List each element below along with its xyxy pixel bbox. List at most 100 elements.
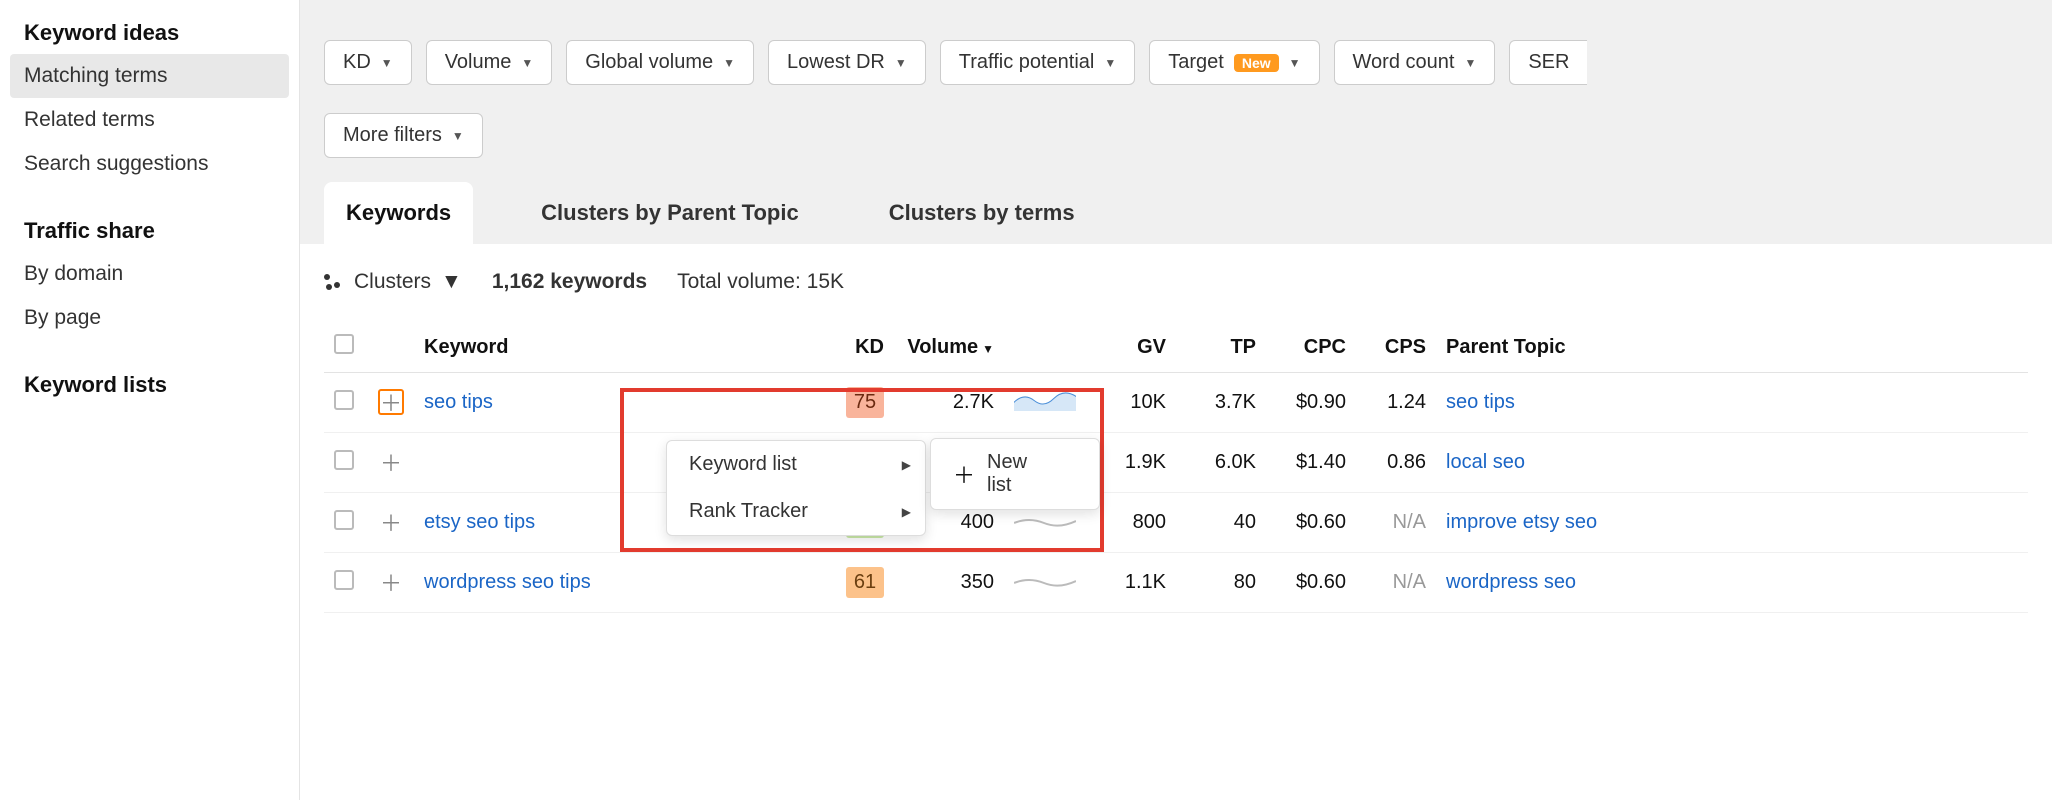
filter-traffic-potential[interactable]: Traffic potential ▼	[940, 40, 1136, 85]
parent-topic-link[interactable]: improve etsy seo	[1446, 511, 1597, 533]
col-kd[interactable]: KD	[834, 322, 894, 373]
side-heading-keyword-ideas: Keyword ideas	[0, 12, 299, 54]
filter-traffic-potential-label: Traffic potential	[959, 51, 1095, 74]
col-gv[interactable]: GV	[1086, 322, 1176, 373]
filter-volume[interactable]: Volume ▼	[426, 40, 553, 85]
caret-down-icon: ▼	[895, 56, 907, 70]
row-checkbox[interactable]	[334, 390, 354, 410]
tp-cell: 40	[1176, 493, 1266, 553]
row-checkbox[interactable]	[334, 510, 354, 530]
col-cpc[interactable]: CPC	[1266, 322, 1356, 373]
keyword-link[interactable]: etsy seo tips	[424, 511, 535, 533]
sidebar-item-by-domain[interactable]: By domain	[0, 252, 299, 296]
gv-cell: 10K	[1086, 373, 1176, 433]
cpc-cell: $0.90	[1266, 373, 1356, 433]
col-volume[interactable]: Volume ▼	[894, 322, 1004, 373]
filter-ser-label: SER	[1528, 51, 1569, 74]
cps-cell: N/A	[1356, 493, 1436, 553]
col-checkbox-header[interactable]	[324, 322, 368, 373]
side-group-traffic-share: Traffic share By domain By page	[0, 210, 299, 340]
expand-row-button[interactable]: ＋	[378, 509, 404, 535]
col-cps[interactable]: CPS	[1356, 322, 1436, 373]
keyword-link[interactable]: seo tips	[424, 391, 493, 413]
cpc-cell: $1.40	[1266, 433, 1356, 493]
filter-global-volume-label: Global volume	[585, 51, 713, 74]
caret-down-icon: ▼	[1464, 56, 1476, 70]
table-row: ＋etsy seo tips2040080040$0.60N/Aimprove …	[324, 493, 2028, 553]
caret-down-icon: ▼	[521, 56, 533, 70]
clusters-icon	[324, 272, 344, 292]
tabs-row: Keywords Clusters by Parent Topic Cluste…	[300, 182, 2052, 244]
plus-icon: ＋	[953, 458, 975, 490]
caret-down-icon: ▼	[723, 56, 735, 70]
filter-word-count-label: Word count	[1353, 51, 1455, 74]
keywords-table: Keyword KD Volume ▼ GV TP CPC CPS Parent …	[324, 322, 2028, 613]
main: KD ▼ Volume ▼ Global volume ▼ Lowest DR …	[300, 0, 2052, 800]
row-checkbox[interactable]	[334, 450, 354, 470]
table-row: ＋wordpress seo tips613501.1K80$0.60N/Awo…	[324, 553, 2028, 613]
volume-cell: 350	[894, 553, 1004, 613]
ctx-sub-new-list[interactable]: ＋ New list	[931, 439, 1099, 509]
kd-badge: 61	[846, 567, 884, 598]
total-volume: Total volume: 15K	[677, 270, 844, 294]
col-volume-label: Volume	[907, 336, 978, 358]
sidebar-item-related-terms[interactable]: Related terms	[0, 98, 299, 142]
cps-cell: 1.24	[1356, 373, 1436, 433]
table-row: ＋ seo tips 75 2.7K 10K3.7K$0.901.24 seo tips	[324, 373, 2028, 433]
cpc-cell: $0.60	[1266, 493, 1356, 553]
filter-kd[interactable]: KD ▼	[324, 40, 412, 85]
context-menu: Keyword list ▶ Rank Tracker ▶	[666, 440, 926, 536]
side-heading-keyword-lists: Keyword lists	[0, 364, 299, 406]
context-submenu: ＋ New list	[930, 438, 1100, 510]
tp-cell: 80	[1176, 553, 1266, 613]
col-tp[interactable]: TP	[1176, 322, 1266, 373]
filter-lowest-dr[interactable]: Lowest DR ▼	[768, 40, 926, 85]
expand-row-button[interactable]: ＋	[378, 569, 404, 595]
chevron-right-icon: ▶	[902, 505, 911, 519]
keyword-link[interactable]: wordpress seo tips	[424, 571, 591, 593]
content-area: Clusters ▼ 1,162 keywords Total volume: …	[300, 244, 2052, 800]
tab-clusters-parent-topic[interactable]: Clusters by Parent Topic	[519, 182, 821, 244]
filter-ser[interactable]: SER	[1509, 40, 1587, 85]
sidebar-item-matching-terms[interactable]: Matching terms	[10, 54, 289, 98]
chevron-right-icon: ▶	[902, 458, 911, 472]
caret-down-icon: ▼	[452, 129, 464, 143]
col-parent-topic[interactable]: Parent Topic	[1436, 322, 2028, 373]
clusters-label: Clusters	[354, 270, 431, 294]
row-checkbox[interactable]	[334, 570, 354, 590]
tp-cell: 3.7K	[1176, 373, 1266, 433]
tab-keywords[interactable]: Keywords	[324, 182, 473, 244]
sidebar-item-by-page[interactable]: By page	[0, 296, 299, 340]
filter-word-count[interactable]: Word count ▼	[1334, 40, 1496, 85]
filter-target[interactable]: Target New ▼	[1149, 40, 1319, 85]
sidebar-item-search-suggestions[interactable]: Search suggestions	[0, 142, 299, 186]
ctx-item-rank-tracker[interactable]: Rank Tracker ▶	[667, 488, 925, 535]
cps-cell: 0.86	[1356, 433, 1436, 493]
caret-down-icon: ▼	[1289, 56, 1301, 70]
parent-topic-link[interactable]: seo tips	[1446, 391, 1515, 413]
filter-global-volume[interactable]: Global volume ▼	[566, 40, 754, 85]
gv-cell: 1.1K	[1086, 553, 1176, 613]
sort-desc-icon: ▼	[982, 342, 994, 356]
tp-cell: 6.0K	[1176, 433, 1266, 493]
ctx-sub-new-list-label: New list	[987, 451, 1053, 497]
filter-kd-label: KD	[343, 51, 371, 74]
caret-down-icon: ▼	[441, 270, 462, 294]
filter-more-filters[interactable]: More filters ▼	[324, 113, 483, 158]
parent-topic-link[interactable]: local seo	[1446, 451, 1525, 473]
filter-volume-label: Volume	[445, 51, 512, 74]
col-keyword[interactable]: Keyword	[414, 322, 834, 373]
side-group-keyword-ideas: Keyword ideas Matching terms Related ter…	[0, 12, 299, 186]
parent-topic-link[interactable]: wordpress seo	[1446, 571, 1576, 593]
expand-row-button[interactable]: ＋	[378, 449, 404, 475]
volume-cell: 2.7K	[894, 373, 1004, 433]
clusters-toggle[interactable]: Clusters ▼	[324, 270, 462, 294]
sidebar: Keyword ideas Matching terms Related ter…	[0, 0, 300, 800]
caret-down-icon: ▼	[381, 56, 393, 70]
table-row: ＋776001.9K6.0K$1.400.86local seo	[324, 433, 2028, 493]
ctx-item-keyword-list[interactable]: Keyword list ▶	[667, 441, 925, 488]
expand-row-button[interactable]: ＋	[378, 389, 404, 415]
tab-clusters-terms[interactable]: Clusters by terms	[867, 182, 1097, 244]
sparkline	[1004, 553, 1086, 613]
kd-badge: 75	[846, 387, 884, 418]
